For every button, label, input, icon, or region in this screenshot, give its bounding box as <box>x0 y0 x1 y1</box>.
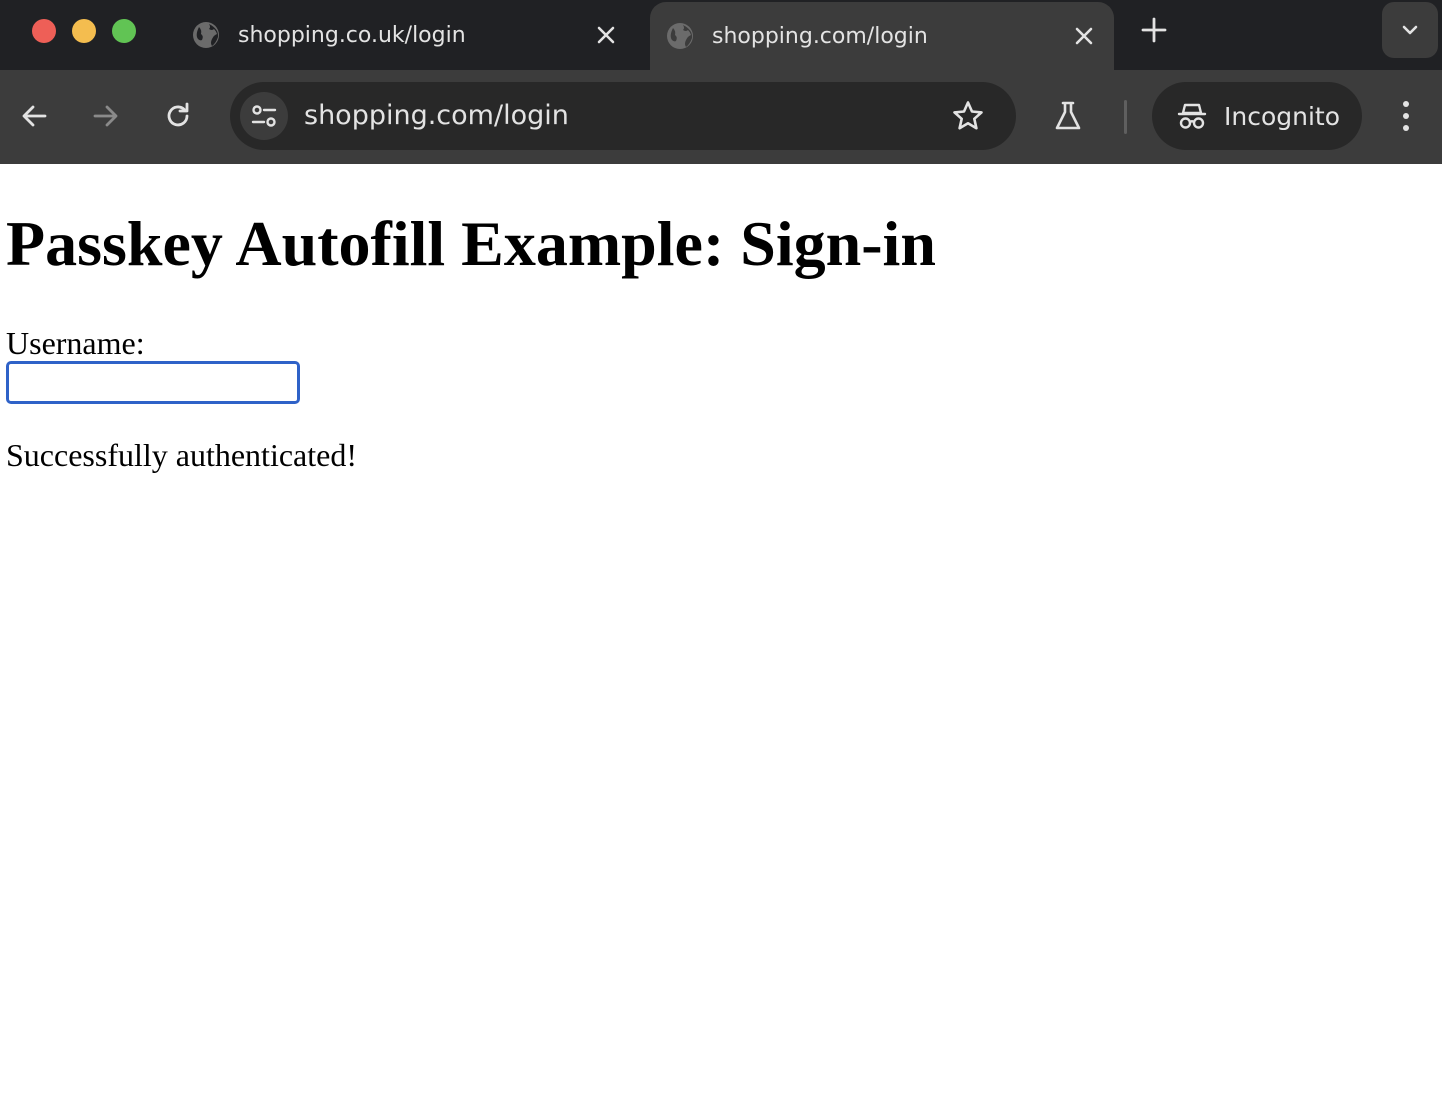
forward-button[interactable] <box>86 96 126 136</box>
globe-icon <box>667 23 693 49</box>
close-tab-icon[interactable] <box>594 23 618 47</box>
labs-button[interactable] <box>1048 96 1088 136</box>
site-info-button[interactable] <box>240 92 288 140</box>
bookmark-button[interactable] <box>948 96 988 136</box>
back-button[interactable] <box>14 96 54 136</box>
reload-button[interactable] <box>158 96 198 136</box>
more-vertical-icon <box>1403 101 1409 131</box>
window-minimize-button[interactable] <box>72 19 96 43</box>
username-input[interactable] <box>6 361 300 404</box>
window-close-button[interactable] <box>32 19 56 43</box>
forward-arrow-icon <box>93 105 118 127</box>
tab-shopping-co-uk[interactable]: shopping.co.uk/login <box>176 0 636 70</box>
status-message: Successfully authenticated! <box>6 437 357 473</box>
tab-title: shopping.com/login <box>712 23 928 49</box>
incognito-icon <box>1177 103 1207 129</box>
page-title: Passkey Autofill Example: Sign-in <box>6 208 936 279</box>
close-tab-icon[interactable] <box>1072 24 1096 48</box>
new-tab-plus-icon[interactable] <box>1138 14 1170 46</box>
tab-shopping-com[interactable]: shopping.com/login <box>650 2 1114 70</box>
back-arrow-icon <box>22 105 47 127</box>
username-label: Username: <box>6 325 145 361</box>
tune-icon <box>251 105 277 127</box>
address-bar[interactable]: shopping.com/login <box>230 82 1016 150</box>
tab-search-button[interactable] <box>1382 2 1438 58</box>
browser-window: shopping.co.uk/login shopping.com/login <box>0 0 1442 1096</box>
toolbar-divider <box>1124 100 1127 134</box>
url-text[interactable]: shopping.com/login <box>304 82 569 150</box>
chevron-down-icon <box>1402 25 1418 35</box>
window-zoom-button[interactable] <box>112 19 136 43</box>
incognito-label: Incognito <box>1224 101 1341 131</box>
reload-icon <box>167 102 189 127</box>
globe-icon <box>193 22 219 48</box>
incognito-profile-button[interactable]: Incognito <box>1152 82 1362 150</box>
tab-title: shopping.co.uk/login <box>238 22 466 48</box>
browser-menu-button[interactable] <box>1386 96 1426 136</box>
browser-toolbar: shopping.com/login Incognito <box>0 70 1442 164</box>
star-icon <box>953 101 983 130</box>
tab-strip: shopping.co.uk/login shopping.com/login <box>0 0 1442 70</box>
page-content: Passkey Autofill Example: Sign-in Userna… <box>0 164 1442 1096</box>
flask-icon <box>1055 101 1081 130</box>
